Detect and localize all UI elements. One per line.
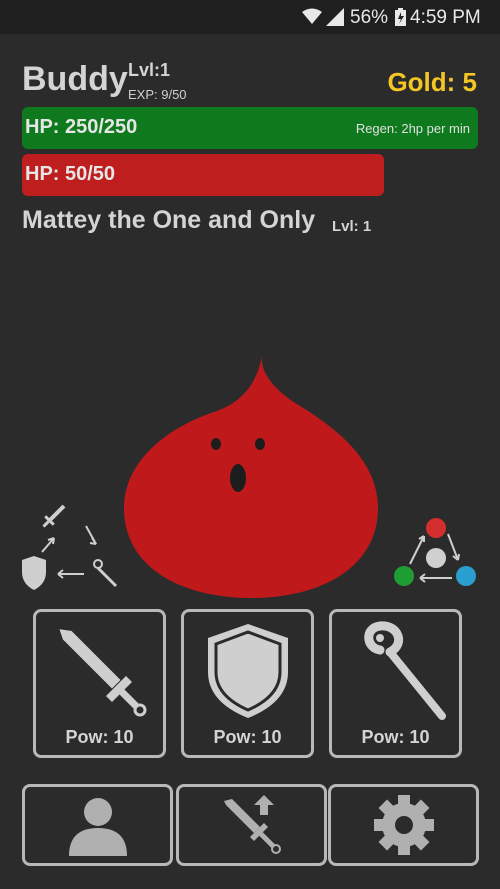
- signal-icon: [326, 8, 344, 26]
- regen-text: Regen: 2hp per min: [355, 121, 470, 136]
- enemy-hp-bar: HP: 50/50: [22, 154, 384, 196]
- status-bar: 56% 4:59 PM: [0, 0, 500, 34]
- shield-defend-button[interactable]: Pow: 10: [181, 609, 314, 758]
- upgrade-sword-icon: [223, 795, 281, 854]
- wifi-icon: [302, 8, 322, 24]
- weapon-triangle-icon: [22, 504, 118, 590]
- profile-button[interactable]: [22, 784, 173, 866]
- player-exp: EXP: 9/50: [128, 87, 187, 102]
- staff-icon: [364, 621, 446, 720]
- settings-button[interactable]: [328, 784, 479, 866]
- upgrade-button[interactable]: [176, 784, 327, 866]
- clock-time: 4:59 PM: [410, 7, 481, 28]
- shield-icon: [208, 624, 288, 718]
- staff-magic-button[interactable]: Pow: 10: [329, 609, 462, 758]
- sword-icon: [56, 626, 147, 717]
- staff-power-label: Pow: 10: [361, 727, 430, 747]
- sword-attack-button[interactable]: Pow: 10: [33, 609, 166, 758]
- enemy-level: Lvl: 1: [332, 218, 372, 235]
- element-triangle-icon: [394, 518, 476, 586]
- player-hp-bar: HP: 250/250 Regen: 2hp per min: [22, 107, 478, 149]
- enemy-name: Mattey the One and Only: [22, 206, 316, 234]
- battery-icon: [395, 8, 406, 26]
- player-hp-text: HP: 250/250: [25, 116, 138, 138]
- player-level: Lvl:1: [128, 60, 171, 80]
- monster-slime[interactable]: [120, 350, 382, 606]
- battery-percent: 56%: [350, 7, 389, 28]
- player-name: Buddy: [22, 60, 128, 98]
- gold-counter: Gold: 5: [387, 67, 477, 97]
- enemy-hp-text: HP: 50/50: [25, 163, 116, 185]
- profile-icon: [68, 798, 127, 856]
- settings-gear-icon: [373, 795, 434, 855]
- sword-power-label: Pow: 10: [65, 727, 134, 747]
- shield-power-label: Pow: 10: [213, 727, 282, 747]
